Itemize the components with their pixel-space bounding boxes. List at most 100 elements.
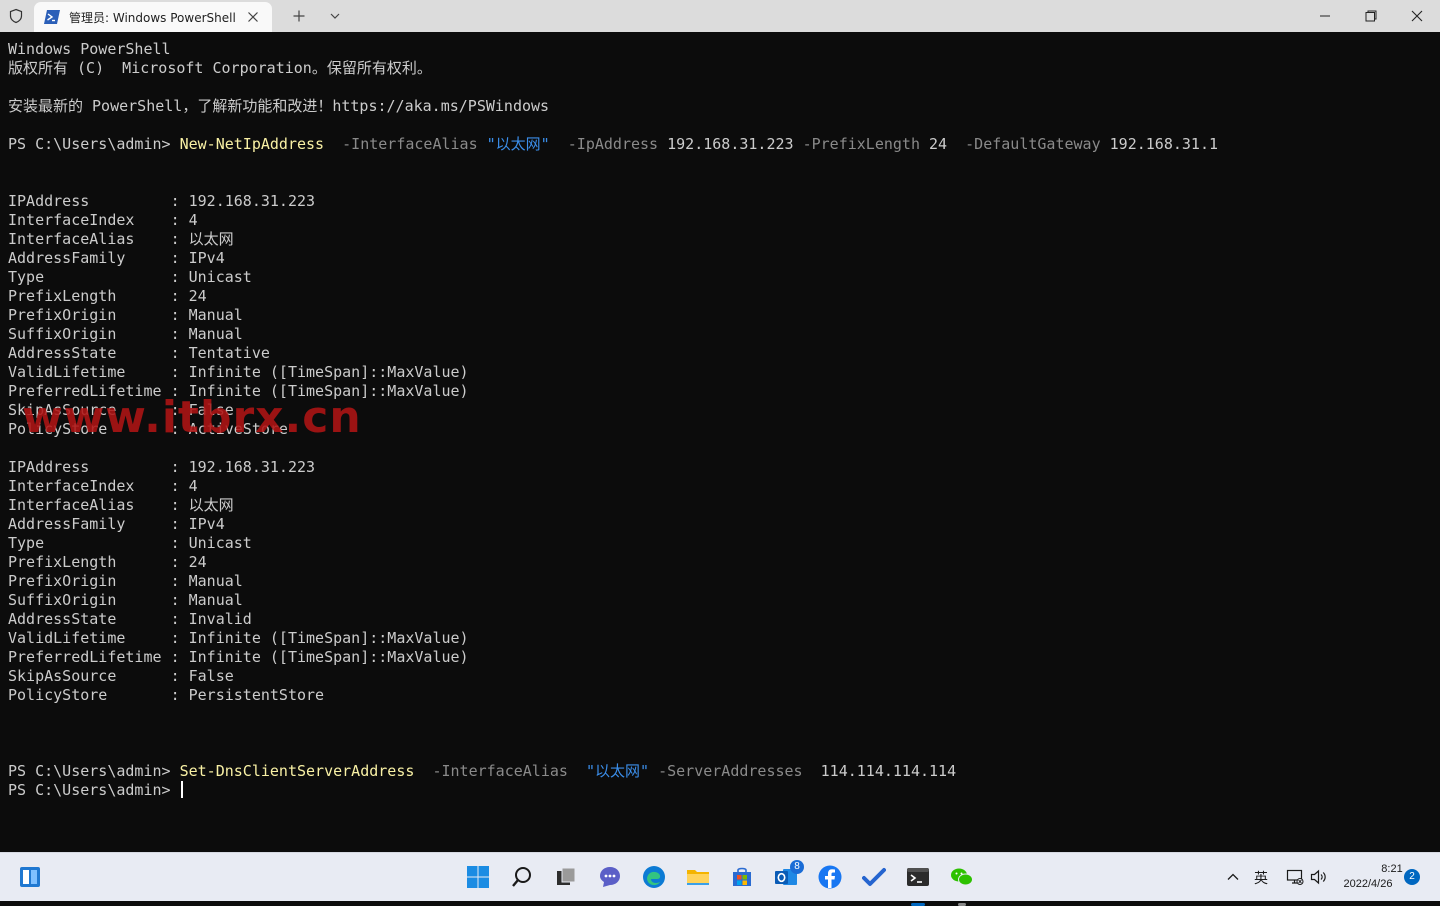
property-separator: : [170, 325, 189, 343]
tab-powershell[interactable]: 管理员: Windows PowerShell [34, 2, 272, 32]
property-line: AddressState : Tentative [8, 344, 1218, 363]
output-block-2: IPAddress : 192.168.31.223 InterfaceIndex… [8, 458, 1218, 705]
tab-title: 管理员: Windows PowerShell [69, 11, 236, 25]
property-line: Type : Unicast [8, 268, 1218, 287]
property-line: InterfaceIndex : 4 [8, 477, 1218, 496]
property-separator: : [170, 363, 189, 381]
property-name: SkipAsSource [8, 667, 171, 685]
property-separator: : [170, 249, 189, 267]
property-line: IPAddress : 192.168.31.223 [8, 192, 1218, 211]
property-value: IPv4 [188, 515, 225, 533]
todo-icon[interactable] [858, 861, 890, 893]
close-button[interactable] [1394, 0, 1440, 32]
property-value: Infinite ([TimeSpan]::MaxValue) [188, 629, 469, 647]
ime-indicator[interactable]: 英 [1254, 868, 1268, 888]
property-line: PolicyStore : PersistentStore [8, 686, 1218, 705]
edge-icon[interactable] [638, 861, 670, 893]
property-separator: : [170, 629, 189, 647]
property-name: Type [8, 534, 171, 552]
search-icon[interactable] [506, 861, 538, 893]
property-separator: : [170, 572, 189, 590]
start-icon[interactable] [462, 861, 494, 893]
property-name: PrefixLength [8, 553, 171, 571]
file-explorer-icon[interactable] [682, 861, 714, 893]
chevron-down-icon[interactable] [328, 8, 342, 24]
prompt: PS C:\Users\admin> [8, 762, 180, 780]
property-separator: : [170, 686, 189, 704]
property-value: Unicast [188, 534, 252, 552]
property-name: ValidLifetime [8, 629, 171, 647]
property-name: PrefixOrigin [8, 572, 171, 590]
close-icon [1411, 10, 1423, 22]
property-line: AddressFamily : IPv4 [8, 249, 1218, 268]
property-line: InterfaceAlias : 以太网 [8, 230, 1218, 249]
property-value: Infinite ([TimeSpan]::MaxValue) [188, 648, 469, 666]
property-line: PreferredLifetime : Infinite ([TimeSpan]… [8, 648, 1218, 667]
property-line: PrefixOrigin : Manual [8, 572, 1218, 591]
wechat-icon[interactable] [946, 861, 978, 906]
shield-icon [8, 8, 24, 24]
property-value: 以太网 [188, 230, 234, 248]
property-line: Type : Unicast [8, 534, 1218, 553]
new-tab-icon[interactable] [290, 7, 308, 25]
property-line: AddressState : Invalid [8, 610, 1218, 629]
facebook-icon[interactable] [814, 861, 846, 893]
property-name: PreferredLifetime [8, 648, 171, 666]
tab-close-icon[interactable] [244, 8, 262, 26]
property-name: SuffixOrigin [8, 325, 171, 343]
property-line: SkipAsSource : False [8, 667, 1218, 686]
parameter: -DefaultGateway [947, 135, 1110, 153]
property-value: Unicast [188, 268, 252, 286]
widgets-icon[interactable] [14, 861, 46, 893]
text-cursor [180, 781, 183, 798]
title-bar: 管理员: Windows PowerShell [0, 0, 1440, 33]
command-line: PS C:\Users\admin> Set-DnsClientServerAd… [8, 762, 1218, 781]
prompt: PS C:\Users\admin> [8, 135, 180, 153]
outlook-icon[interactable]: 8 [770, 860, 804, 893]
empty-line [8, 173, 1218, 192]
volume-icon[interactable] [1310, 869, 1328, 885]
notification-badge[interactable]: 2 [1404, 869, 1420, 885]
property-name: AddressFamily [8, 249, 171, 267]
clock-date[interactable]: 2022/4/26 [1338, 878, 1398, 890]
taskbar: 8 英 8:21 2022/4/26 2 [0, 852, 1440, 906]
string-argument: "以太网" [586, 762, 650, 780]
property-line: SuffixOrigin : Manual [8, 325, 1218, 344]
empty-line [8, 116, 1218, 135]
teams-chat-icon[interactable] [594, 861, 626, 893]
property-name: SuffixOrigin [8, 591, 171, 609]
chevron-up-icon[interactable] [1226, 870, 1240, 884]
property-value: Manual [188, 325, 243, 343]
property-line: ValidLifetime : Infinite ([TimeSpan]::Ma… [8, 363, 1218, 382]
property-name: InterfaceIndex [8, 211, 171, 229]
property-value: 24 [188, 553, 207, 571]
property-line: IPAddress : 192.168.31.223 [8, 458, 1218, 477]
property-value: Tentative [188, 344, 270, 362]
property-line: AddressFamily : IPv4 [8, 515, 1218, 534]
empty-line [8, 154, 1218, 173]
terminal-output[interactable]: Windows PowerShell 版权所有 (C) Microsoft Co… [0, 32, 1440, 852]
empty-line [8, 743, 1218, 762]
property-separator: : [170, 591, 189, 609]
property-value: 192.168.31.223 [188, 192, 316, 210]
input-line[interactable]: PS C:\Users\admin> [8, 781, 1218, 800]
minimize-button[interactable] [1302, 0, 1348, 32]
property-separator: : [170, 648, 189, 666]
argument: 192.168.31.1 [1109, 135, 1219, 153]
argument: 192.168.31.223 [667, 135, 794, 153]
property-value: 4 [188, 211, 198, 229]
property-value: 以太网 [188, 496, 234, 514]
parameter: -InterfaceAlias [414, 762, 586, 780]
terminal-icon[interactable] [902, 861, 934, 906]
property-name: InterfaceAlias [8, 230, 171, 248]
property-name: ValidLifetime [8, 363, 171, 381]
empty-line [8, 705, 1218, 724]
task-view-icon[interactable] [550, 861, 582, 893]
property-separator: : [170, 344, 189, 362]
network-icon[interactable] [1286, 869, 1304, 885]
store-icon[interactable] [726, 861, 758, 893]
restore-icon [1365, 10, 1377, 22]
property-separator: : [170, 534, 189, 552]
maximize-button[interactable] [1348, 0, 1394, 32]
property-name: Type [8, 268, 171, 286]
